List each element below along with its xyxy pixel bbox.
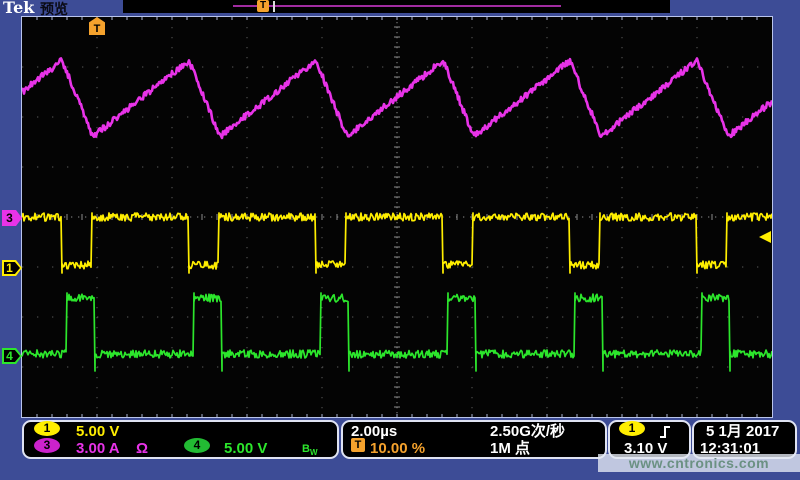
ch3-impedance: Ω	[136, 440, 148, 458]
ch1-badge: 1	[34, 421, 60, 436]
trigger-position-icon: T	[351, 438, 365, 452]
record-waveform-line	[233, 5, 561, 7]
record-trigger-icon[interactable]: T	[257, 0, 269, 12]
top-bar: Tek 预览 T	[0, 0, 800, 16]
trigger-position-value: 10.00 %	[370, 440, 425, 458]
horizontal-readout[interactable]: 2.00µs 2.50G次/秒 T 10.00 % 1M 点	[341, 420, 607, 459]
ch4-badge: 4	[184, 438, 210, 453]
ch4-bandwidth-limit-icon: BW	[302, 440, 318, 462]
ch3-scale: 3.00 A	[76, 440, 120, 458]
ch4-reference-marker[interactable]: 4	[2, 348, 22, 364]
trigger-source-badge: 1	[619, 421, 645, 436]
ch1-reference-marker[interactable]: 1	[2, 260, 22, 276]
tek-logo: Tek	[3, 0, 34, 17]
channel-scale-readout[interactable]: 1 5.00 V 3 3.00 A Ω 4 5.00 V BW	[22, 420, 339, 459]
record-length-value: 1M 点	[490, 440, 530, 458]
ch3-reference-marker[interactable]: 3	[2, 210, 22, 226]
ch3-badge: 3	[34, 438, 60, 453]
view-window-bracket[interactable]	[273, 1, 275, 12]
oscilloscope-screen: Tek 预览 T T 3 1 4 1 5.00 V 3 3.00 A Ω 4	[0, 0, 800, 480]
trigger-level-arrow[interactable]	[759, 231, 771, 243]
ch1-scale: 5.00 V	[76, 423, 119, 441]
date-value: 5 1月 2017	[706, 423, 779, 441]
sample-rate-value: 2.50G次/秒	[490, 423, 565, 441]
record-view-bar: T	[123, 0, 670, 13]
watermark: www.cntronics.com	[598, 454, 800, 472]
ch4-scale: 5.00 V	[224, 440, 267, 458]
trace-ch3	[22, 58, 772, 137]
waveform-canvas	[22, 17, 772, 417]
rising-edge-icon	[658, 424, 674, 440]
graticule	[21, 16, 773, 418]
